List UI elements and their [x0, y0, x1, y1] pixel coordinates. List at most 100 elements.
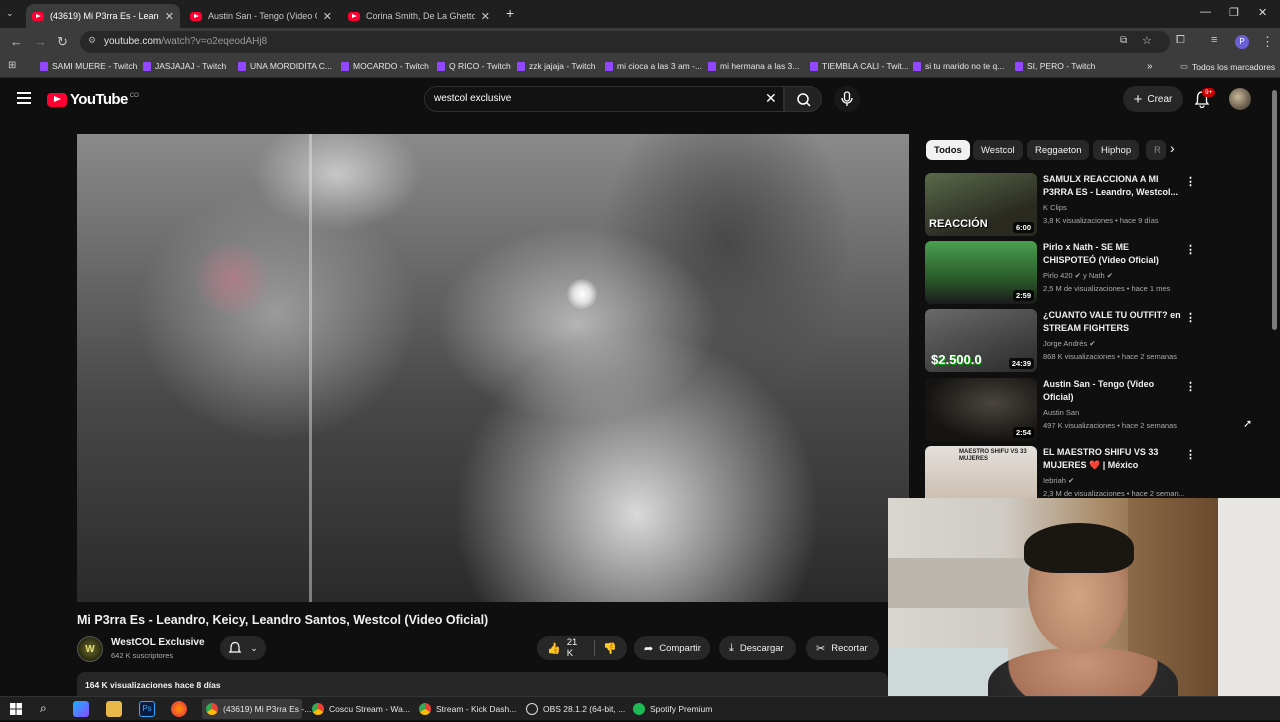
browser-tab[interactable]: Austin San - Tengo (Video Ofic ✕ [184, 4, 338, 28]
all-bookmarks-folder[interactable]: ▭ Todos los marcadores [1180, 61, 1275, 72]
bookmark-item[interactable]: mi hermana a las 3... [708, 61, 799, 71]
chip-westcol[interactable]: Westcol [973, 140, 1023, 160]
video-thumbnail[interactable]: REACCIÓN 6:00 [925, 173, 1037, 236]
reload-icon[interactable]: ↻ [57, 34, 68, 50]
download-button[interactable]: ⤓ Descargar [719, 636, 796, 660]
tab-search-list-icon[interactable]: ≡ [1211, 34, 1217, 46]
video-thumbnail[interactable]: 2:54 [925, 378, 1037, 441]
new-tab-icon[interactable]: + [506, 5, 514, 21]
back-icon[interactable]: ← [10, 34, 23, 49]
share-button[interactable]: ➦ Compartir [634, 636, 710, 660]
bookmark-item[interactable]: si tu marido no te q... [913, 61, 1004, 71]
bookmark-item[interactable]: MOCARDO - Twitch [341, 61, 429, 71]
video-thumbnail[interactable]: $2.500.0 24:39 [925, 309, 1037, 372]
more-options-icon[interactable]: ⋮ [1185, 380, 1196, 393]
restore-icon[interactable]: ❐ [1229, 6, 1239, 19]
taskbar-app-chrome[interactable]: (43619) Mi P3rra Es -... [202, 699, 311, 719]
dislike-icon[interactable]: 👎 [603, 642, 617, 655]
minimize-icon[interactable]: — [1200, 6, 1211, 18]
taskbar-app-chrome[interactable]: Stream - Kick Dash... [415, 699, 516, 719]
related-video[interactable]: 2:59 Pirlo x Nath - SE ME CHISPOTEÓ (Vid… [925, 241, 1196, 305]
file-explorer-icon[interactable] [106, 701, 122, 717]
chip-reggaeton[interactable]: Reggaeton [1027, 140, 1090, 160]
close-tab-icon[interactable]: ✕ [481, 10, 490, 23]
related-video[interactable]: REACCIÓN 6:00 SAMULX REACCIONA A MI P3RR… [925, 173, 1196, 237]
copilot-icon[interactable] [73, 701, 89, 717]
photoshop-icon[interactable]: Ps [139, 701, 155, 717]
browser-menu-icon[interactable]: ⋮ [1261, 34, 1274, 50]
clear-search-icon[interactable]: ✕ [765, 90, 777, 107]
bookmark-item[interactable]: SI, PERO - Twitch [1015, 61, 1095, 71]
close-tab-icon[interactable]: ✕ [323, 10, 332, 23]
channel-name[interactable]: WestCOL Exclusive [111, 637, 205, 648]
related-channel[interactable]: Austin San [1043, 408, 1079, 417]
more-options-icon[interactable]: ⋮ [1185, 448, 1195, 461]
bookmark-item[interactable]: TIEMBLA CALI - Twit... [810, 61, 909, 71]
firefox-icon[interactable] [171, 701, 187, 717]
related-video[interactable]: MAESTRO SHIFU VS 33 MUJERES EL MAESTRO S… [925, 446, 1195, 498]
bookmark-item[interactable]: SAMI MUERE - Twitch [40, 61, 137, 71]
clip-button[interactable]: ✂ Recortar [806, 636, 879, 660]
url-field[interactable]: ⚙ youtube.com/watch?v=o2eqeodAHj8 ⧉ ☆ [80, 31, 1170, 53]
taskbar-app-spotify[interactable]: Spotify Premium [629, 699, 719, 719]
description-box[interactable]: 164 K visualizaciones hace 8 días [77, 672, 888, 696]
like-icon[interactable]: 👍 [547, 642, 561, 655]
create-button[interactable]: + Crear [1123, 86, 1183, 112]
related-title[interactable]: Austin San - Tengo (Video Oficial) [1043, 378, 1181, 404]
bookmark-item[interactable]: Q RICO - Twitch [437, 61, 511, 71]
video-player[interactable] [77, 134, 909, 602]
related-channel[interactable]: K Clips [1043, 203, 1067, 212]
bookmark-item[interactable]: JASJAJAJ - Twitch [143, 61, 226, 71]
related-channel[interactable]: Jorge Andrés ✔ [1043, 339, 1096, 348]
related-video[interactable]: 2:54 Austin San - Tengo (Video Oficial) … [925, 378, 1196, 442]
search-icon[interactable]: ⌕ [40, 701, 56, 717]
apps-grid-icon[interactable]: ⊞ [8, 60, 16, 71]
voice-search-button[interactable] [834, 86, 860, 112]
more-options-icon[interactable]: ⋮ [1185, 175, 1196, 188]
user-avatar[interactable] [1229, 88, 1251, 110]
related-channel[interactable]: Pirlo 420 ✔ y Nath ✔ [1043, 271, 1113, 280]
page-scrollbar[interactable] [1272, 90, 1277, 330]
extensions-icon[interactable]: ⧠ [1176, 34, 1185, 47]
twitch-icon [913, 61, 921, 71]
bookmark-item[interactable]: zzk jajaja - Twitch [517, 61, 595, 71]
video-thumbnail[interactable]: MAESTRO SHIFU VS 33 MUJERES [925, 446, 1037, 498]
related-title[interactable]: EL MAESTRO SHIFU VS 33 MUJERES ❤️ | Méxi… [1043, 446, 1181, 472]
taskbar-app-obs[interactable]: OBS 28.1.2 (64-bit, ... [522, 699, 625, 719]
channel-avatar[interactable]: W [77, 636, 103, 662]
search-input[interactable]: westcol exclusive ✕ [424, 86, 784, 112]
more-bookmarks-icon[interactable]: » [1147, 61, 1153, 72]
site-info-icon[interactable]: ⚙ [88, 35, 96, 46]
profile-avatar[interactable]: P [1235, 35, 1249, 49]
related-title[interactable]: SAMULX REACCIONA A MI P3RRA ES - Leandro… [1043, 173, 1181, 199]
taskbar-app-chrome[interactable]: Coscu Stream - Wa... [308, 699, 410, 719]
chip-truncated[interactable]: R [1146, 140, 1166, 160]
browser-tab[interactable]: Corina Smith, De La Ghetto - Io ✕ [342, 4, 496, 28]
more-options-icon[interactable]: ⋮ [1185, 311, 1196, 324]
windows-start-icon[interactable] [8, 701, 24, 717]
bookmark-item[interactable]: UNA MORDIDITA C... [238, 61, 332, 71]
chip-hiphop[interactable]: Hiphop [1093, 140, 1140, 160]
forward-icon[interactable]: → [34, 34, 47, 49]
menu-icon[interactable] [17, 92, 31, 107]
like-count[interactable]: 21 K [567, 637, 585, 659]
video-thumbnail[interactable]: 2:59 [925, 241, 1037, 304]
close-tab-icon[interactable]: ✕ [165, 10, 174, 23]
chip-all[interactable]: Todos [926, 140, 970, 160]
install-app-icon[interactable]: ⧉ [1120, 35, 1127, 46]
related-title[interactable]: ¿CUANTO VALE TU OUTFIT? en STREAM FIGHTE… [1043, 309, 1181, 335]
related-video[interactable]: $2.500.0 24:39 ¿CUANTO VALE TU OUTFIT? e… [925, 309, 1196, 373]
search-button[interactable] [784, 86, 822, 112]
bookmark-item[interactable]: mi cioca a las 3 am -... [605, 61, 702, 71]
tab-search-icon[interactable]: ⌄ [6, 8, 14, 19]
bookmark-star-icon[interactable]: ☆ [1142, 34, 1152, 47]
related-title[interactable]: Pirlo x Nath - SE ME CHISPOTEÓ (Video Of… [1043, 241, 1181, 267]
close-window-icon[interactable]: ✕ [1258, 6, 1267, 19]
subscription-bell-button[interactable]: ⌄ [220, 636, 266, 660]
more-options-icon[interactable]: ⋮ [1185, 243, 1196, 256]
browser-tab-active[interactable]: (43619) Mi P3rra Es - Leandro ✕ [26, 4, 180, 28]
taskbar-app-label: (43619) Mi P3rra Es -... [223, 704, 312, 714]
related-channel[interactable]: Iebriah ✔ [1043, 476, 1074, 485]
youtube-logo[interactable]: YouTube CO [47, 91, 139, 108]
chevron-right-icon[interactable]: › [1170, 140, 1175, 156]
